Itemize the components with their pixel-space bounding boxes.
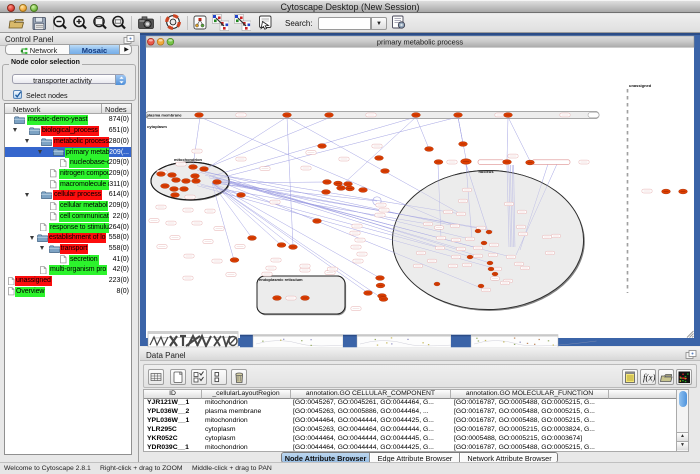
svg-text:endoplasmic reticulum: endoplasmic reticulum bbox=[259, 277, 303, 282]
svg-text:unassigned: unassigned bbox=[629, 83, 652, 88]
svg-text:cytoplasm: cytoplasm bbox=[147, 124, 167, 129]
svg-text:nucleus: nucleus bbox=[478, 169, 494, 174]
svg-text:plasma membrane: plasma membrane bbox=[147, 113, 183, 118]
svg-text:primary metabolic process: primary metabolic process bbox=[377, 38, 464, 47]
svg-text:f(x): f(x) bbox=[643, 373, 655, 383]
svg-text:mitochondrion: mitochondrion bbox=[174, 157, 203, 162]
